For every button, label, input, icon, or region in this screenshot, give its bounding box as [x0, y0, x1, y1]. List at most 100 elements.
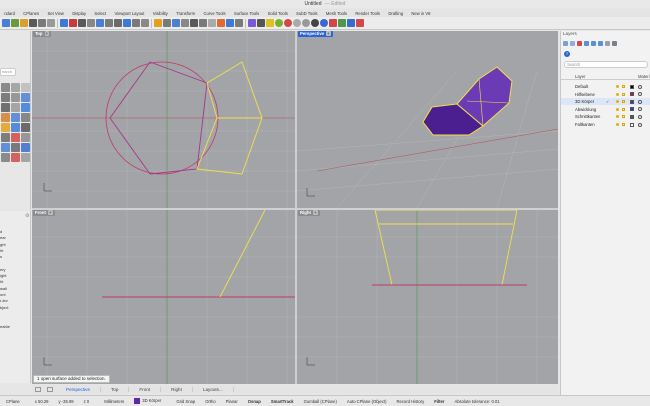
tab-front[interactable]: Front — [129, 386, 162, 392]
viewport-right[interactable]: Right + — [297, 210, 558, 384]
toolbar-tab[interactable]: Mesh Tools — [322, 11, 351, 16]
toolbar-tool-icon[interactable] — [29, 19, 37, 27]
toolbar-tool-icon[interactable] — [235, 19, 243, 27]
toolbar-tab[interactable]: Display — [68, 11, 90, 16]
lock-icon[interactable] — [622, 123, 625, 126]
help-icon[interactable]: ? — [564, 51, 570, 57]
toolbar-tool-icon[interactable] — [78, 19, 86, 27]
material-icon[interactable] — [638, 99, 642, 104]
lock-icon[interactable] — [622, 85, 625, 88]
units-label[interactable]: Millimeters — [99, 399, 129, 404]
modeling-tool-icon[interactable] — [11, 103, 20, 112]
tool-search-input[interactable]: earch — [0, 68, 16, 76]
gear-icon[interactable]: ⚙ — [25, 213, 29, 219]
lock-icon[interactable] — [622, 92, 625, 96]
toolbar-tab[interactable]: Drafting — [384, 11, 407, 16]
viewport-menu-plus[interactable]: + — [312, 210, 318, 215]
modeling-tool-icon[interactable] — [1, 123, 10, 132]
layer-down-icon[interactable] — [591, 41, 596, 46]
toolbar-tab[interactable]: ndard — [0, 11, 19, 16]
record-history-toggle[interactable]: Record History — [391, 399, 429, 404]
viewport-label-top[interactable]: Top + — [33, 31, 52, 37]
toolbar-tool-icon[interactable] — [356, 19, 364, 27]
toolbar-tool-icon[interactable] — [87, 19, 95, 27]
modeling-tool-icon[interactable] — [21, 133, 30, 142]
property-item[interactable]: r-lev — [0, 298, 8, 303]
modeling-tool-icon[interactable] — [1, 103, 10, 112]
layer-color-swatch[interactable] — [630, 114, 634, 119]
toolbar-tool-icon[interactable] — [172, 19, 180, 27]
toolbar-tool-icon[interactable] — [320, 19, 328, 27]
planar-toggle[interactable]: Planar — [221, 399, 243, 404]
toolbar-tab[interactable]: New in V8 — [407, 11, 434, 16]
toolbar-tool-icon[interactable] — [266, 19, 274, 27]
gumball-toggle[interactable]: Gumball (CPlane) — [299, 399, 342, 404]
auto-cplane-toggle[interactable]: Auto CPlane (Object) — [342, 399, 392, 404]
toolbar-tab[interactable]: Render Tools — [351, 11, 384, 16]
tab-top[interactable]: Top — [101, 386, 130, 392]
modeling-tool-icon[interactable] — [21, 153, 30, 162]
property-item[interactable]: ont — [0, 292, 6, 297]
toolbar-tool-icon[interactable] — [226, 19, 234, 27]
filter-toggle[interactable]: Filter — [429, 399, 449, 404]
property-item[interactable]: eable — [0, 324, 10, 329]
viewport-label-perspective[interactable]: Perspective + — [298, 31, 333, 37]
modeling-tool-icon[interactable] — [1, 153, 10, 162]
visibility-bulb-icon[interactable] — [616, 123, 619, 126]
modeling-tool-icon[interactable] — [1, 143, 10, 152]
toolbar-tab[interactable]: Visibility — [149, 11, 172, 16]
toolbar-tool-icon[interactable] — [114, 19, 122, 27]
delete-layer-icon[interactable] — [577, 41, 582, 46]
modeling-tool-icon[interactable] — [1, 133, 10, 142]
toolbar-tool-icon[interactable] — [163, 19, 171, 27]
toolbar-tool-icon[interactable] — [190, 19, 198, 27]
toolbar-tool-icon[interactable] — [208, 19, 216, 27]
modeling-tool-icon[interactable] — [21, 93, 30, 102]
modeling-tool-icon[interactable] — [11, 83, 20, 92]
new-sublayer-icon[interactable] — [570, 41, 575, 46]
property-item[interactable]: ear — [0, 235, 6, 240]
layer-color-swatch[interactable] — [630, 122, 634, 127]
modeling-tool-icon[interactable] — [11, 153, 20, 162]
single-layout-icon[interactable] — [47, 386, 53, 392]
property-item[interactable]: n — [0, 254, 2, 259]
property-item[interactable]: d — [0, 229, 2, 234]
layer-color-swatch[interactable] — [630, 84, 634, 89]
tab-right[interactable]: Right — [161, 386, 193, 392]
toolbar-tab[interactable]: Select — [90, 11, 110, 16]
current-layer[interactable]: 3D Körper — [129, 398, 166, 404]
material-column-header[interactable]: Materi — [638, 74, 650, 79]
lock-icon[interactable] — [622, 115, 625, 119]
toolbar-tool-icon[interactable] — [248, 19, 256, 27]
modeling-tool-icon[interactable] — [1, 93, 10, 102]
toolbar-tab[interactable]: Set View — [43, 11, 68, 16]
viewport-front[interactable]: Front + — [32, 210, 295, 384]
property-item[interactable]: ht — [0, 248, 3, 253]
modeling-tool-icon[interactable] — [21, 143, 30, 152]
toolbar-tool-icon[interactable] — [69, 19, 77, 27]
layer-menu-icon[interactable] — [612, 41, 617, 46]
modeling-tool-icon[interactable] — [11, 143, 20, 152]
tab-layouts[interactable]: Layouts... — [193, 386, 234, 392]
toolbar-tab[interactable]: Viewport Layout — [110, 11, 148, 16]
toolbar-tool-icon[interactable] — [154, 19, 162, 27]
visibility-bulb-icon[interactable] — [616, 107, 619, 111]
modeling-tool-icon[interactable] — [1, 83, 10, 92]
toolbar-tab[interactable]: Solid Tools — [263, 11, 292, 16]
ortho-toggle[interactable]: Ortho — [200, 399, 220, 404]
layer-row[interactable]: Default — [561, 83, 650, 90]
modeling-tool-icon[interactable] — [21, 123, 30, 132]
grid-layout-icon[interactable] — [35, 386, 41, 392]
modeling-tool-icon[interactable] — [11, 93, 20, 102]
layer-column-header[interactable]: Layer — [575, 74, 585, 79]
viewport-menu-plus[interactable]: + — [47, 210, 53, 215]
layer-tools-icon[interactable] — [605, 41, 610, 46]
viewport-perspective[interactable]: Perspective + — [297, 31, 558, 208]
toolbar-tool-icon[interactable] — [96, 19, 104, 27]
toolbar-tool-icon[interactable] — [132, 19, 140, 27]
modeling-tool-icon[interactable] — [11, 133, 20, 142]
lock-icon[interactable] — [622, 107, 625, 111]
viewport-menu-plus[interactable]: + — [44, 31, 50, 36]
modeling-tool-icon[interactable] — [21, 103, 30, 112]
toolbar-tab[interactable]: SubD Tools — [292, 11, 322, 16]
